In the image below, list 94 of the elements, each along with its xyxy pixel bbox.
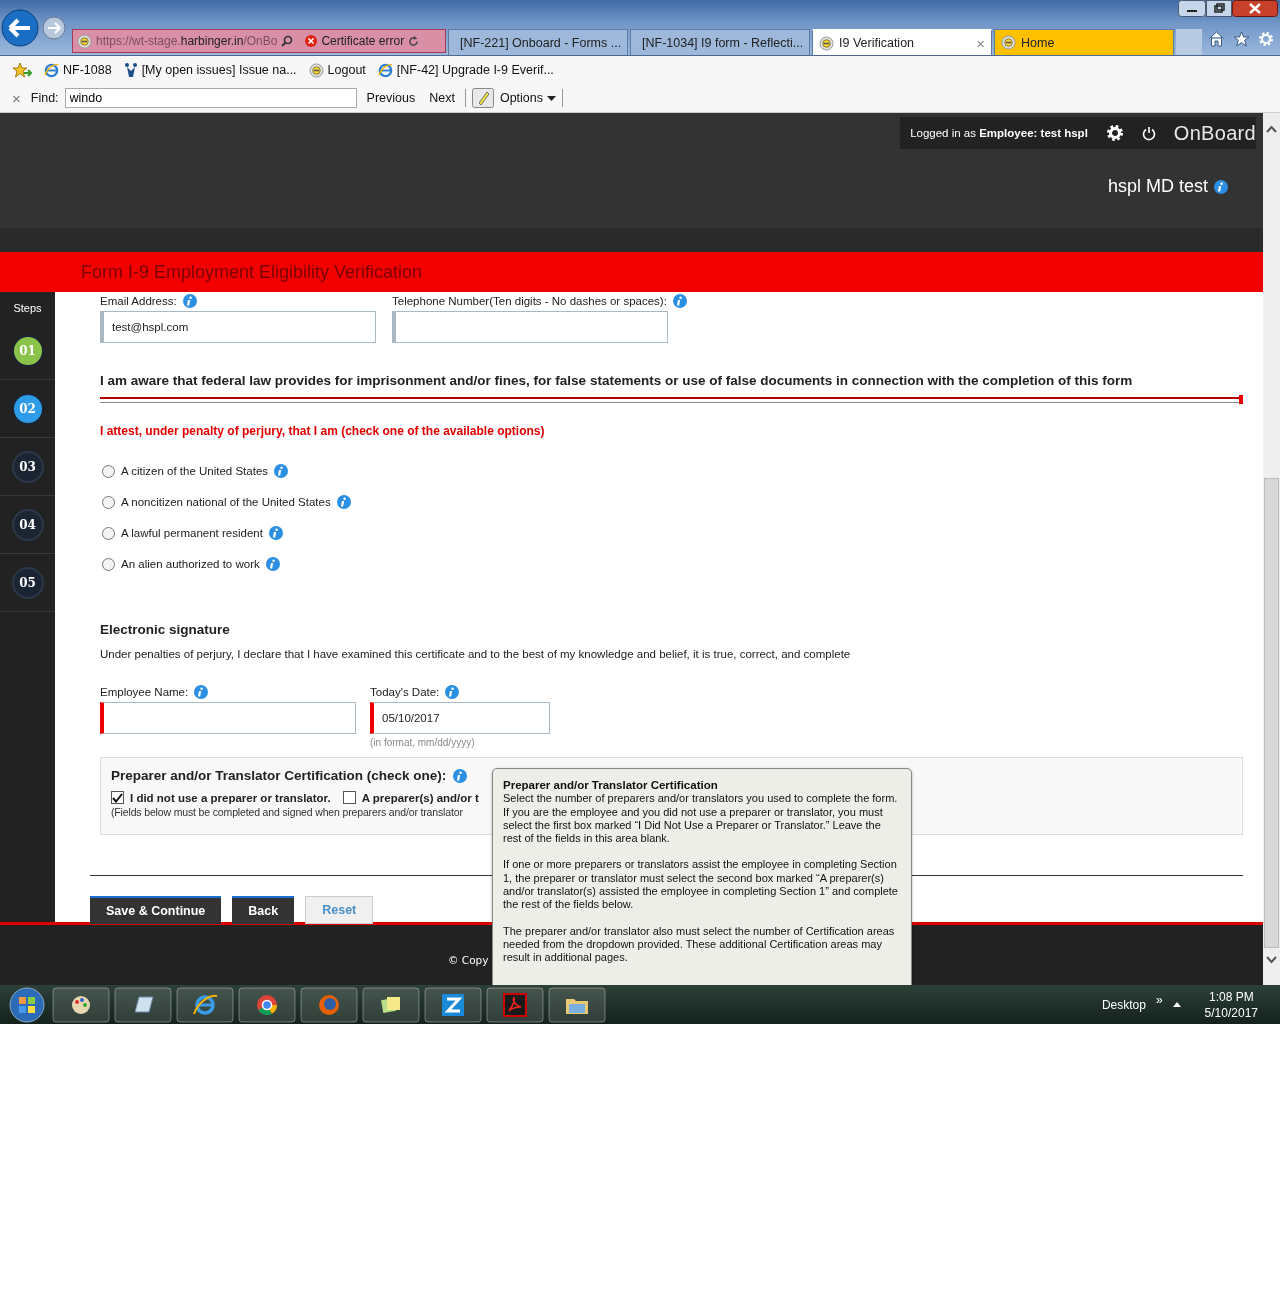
- favorite-link[interactable]: Logout: [308, 62, 366, 78]
- desktop-toolbar[interactable]: Desktop: [1101, 997, 1146, 1012]
- minimize-button[interactable]: [1178, 0, 1206, 17]
- panel-title: Preparer and/or Translator Certification (check one):: [111, 768, 447, 783]
- copyright-text: © Copy: [448, 954, 489, 968]
- checkbox[interactable]: [342, 791, 356, 804]
- toolbar-chevron[interactable]: »: [1155, 992, 1163, 1007]
- back-button[interactable]: Back: [232, 896, 295, 924]
- logged-in-text: Logged in as Employee: test hspl: [910, 127, 1088, 139]
- page-title: Form I-9 Employment Eligibility Verification: [81, 261, 423, 283]
- awareness-statement: I am aware that federal law provides for imprisonment and/or fines, for false statements or use of false documents in connection with the completion of this form: [100, 373, 1134, 388]
- favorites-star-icon[interactable]: [12, 62, 32, 78]
- app-name: OnBoard: [1173, 121, 1256, 145]
- highlighter-icon[interactable]: [471, 88, 494, 108]
- tooltip-text: If one or more preparers or translators assist the employee in completing Section 1, the preparer or translator must select the second box marked “A preparer(s) and/or translator(s) assisted the employee in completing Section 1” and complete the rest of the fields below.: [503, 858, 899, 912]
- browser-tab[interactable]: [NF-1034] I9 form - Reflecti...: [630, 29, 810, 55]
- info-icon[interactable]: [1214, 179, 1228, 194]
- radio-button[interactable]: [102, 526, 115, 540]
- power-icon[interactable]: [1141, 125, 1156, 141]
- favorite-link[interactable]: [My open issues] Issue na...: [123, 62, 297, 78]
- globe-icon: [77, 33, 92, 49]
- note-text: (Fields below must be completed and signed when preparers and/or translator: [111, 806, 463, 818]
- favorite-link[interactable]: [NF-42] Upgrade I-9 Everif...: [377, 62, 554, 78]
- forward-button[interactable]: [41, 14, 67, 41]
- globe-icon: [308, 62, 324, 78]
- search-icon[interactable]: [281, 35, 294, 47]
- option-label: An alien authorized to work: [121, 558, 260, 570]
- ie-icon: [377, 62, 393, 78]
- options-button[interactable]: Options: [499, 91, 556, 105]
- steps-label: Steps: [12, 301, 43, 316]
- scrollbar[interactable]: [1263, 113, 1280, 985]
- close-button[interactable]: [1232, 0, 1278, 17]
- radio-button[interactable]: [102, 557, 115, 571]
- attestation-text: I attest, under penalty of perjury, that I am (check one of the available options): [100, 424, 546, 438]
- tooltip-title: Preparer and/or Translator Certification: [503, 779, 719, 793]
- radio-button[interactable]: [102, 464, 115, 478]
- field-label: Email Address:: [100, 295, 177, 307]
- field-label: Employee Name:: [100, 686, 189, 698]
- checkmark-icon: [112, 792, 123, 803]
- tray-arrow-icon[interactable]: [1172, 1002, 1181, 1007]
- sticky-notes-icon[interactable]: [362, 986, 420, 1023]
- restore-button[interactable]: [1206, 0, 1232, 17]
- back-button[interactable]: [1, 8, 39, 47]
- palette-icon[interactable]: [52, 986, 110, 1023]
- tooltip-text: The preparer and/or translator also must select the number of Certification areas needed from the dropdown provided. These additional Certification areas may result in additional pages.: [503, 924, 896, 965]
- close-find-button[interactable]: ×: [8, 87, 25, 109]
- browser-tab[interactable]: [NF-221] Onboard - Forms ...: [448, 29, 628, 55]
- globe-icon: [819, 35, 834, 51]
- step-indicator[interactable]: 04: [11, 508, 44, 541]
- option-label: A lawful permanent resident: [121, 527, 263, 539]
- pdf-reader-icon[interactable]: [486, 986, 544, 1023]
- option-label: A citizen of the United States: [121, 465, 269, 477]
- checkbox[interactable]: [111, 791, 124, 804]
- input-field[interactable]: test@hspl.com: [100, 311, 376, 343]
- tooltip-text: Select the number of preparers and/or translators you used to complete the form. If you are the employee and you did not use a preparer or translator, you must select the first box marked “I Did Not Use a Preparer or Translator.” Leave the rest of the fields in this area blank.: [503, 792, 899, 846]
- input-field[interactable]: [100, 702, 356, 734]
- company-name: hspl MD test: [1107, 176, 1208, 197]
- refresh-icon[interactable]: [408, 35, 420, 47]
- save-continue-button[interactable]: Save & Continue: [90, 896, 222, 924]
- address-bar[interactable]: https://wt-stage.harbinger.in/OnBo Certificate error: [72, 29, 446, 53]
- folder-icon[interactable]: [548, 986, 606, 1023]
- globe-icon: [1001, 35, 1016, 50]
- caret-icon: [547, 95, 556, 101]
- clock[interactable]: 1:08 PM 5/10/2017: [1204, 988, 1258, 1021]
- browser-tab[interactable]: I9 Verification ×: [812, 29, 992, 55]
- checkbox-label: I did not use a preparer or translator.: [130, 791, 331, 804]
- ie-icon: [44, 62, 59, 78]
- find-label: Find:: [30, 91, 59, 105]
- certificate-error[interactable]: Certificate error: [321, 34, 405, 48]
- next-button[interactable]: Next: [425, 89, 459, 107]
- jester-icon: [123, 62, 138, 78]
- field-label: Telephone Number(Ten digits - No dashes or spaces):: [392, 295, 667, 307]
- z-app-icon[interactable]: [424, 986, 482, 1023]
- browser-tab[interactable]: Home: [994, 29, 1174, 55]
- field-label: Today's Date:: [370, 686, 440, 698]
- option-label: A noncitizen national of the United States: [121, 496, 331, 508]
- step-indicator[interactable]: 03: [11, 450, 44, 483]
- star-icon[interactable]: [1233, 31, 1250, 47]
- error-icon: [305, 35, 318, 47]
- step-indicator[interactable]: 05: [11, 566, 44, 599]
- radio-button[interactable]: [102, 495, 115, 509]
- ie-icon[interactable]: [176, 986, 234, 1023]
- previous-button[interactable]: Previous: [362, 89, 420, 107]
- date-field[interactable]: 05/10/2017: [370, 702, 550, 734]
- find-field[interactable]: windo: [64, 88, 357, 108]
- chrome-icon[interactable]: [238, 986, 296, 1023]
- format-hint: (in format, mm/dd/yyyy): [370, 737, 476, 748]
- checkbox-label: A preparer(s) and/or t: [361, 791, 479, 804]
- input-field[interactable]: [392, 311, 668, 343]
- settings-icon[interactable]: [1105, 124, 1124, 142]
- favorite-link[interactable]: NF-1088: [44, 62, 112, 78]
- section-title: Electronic signature: [100, 622, 231, 637]
- declaration-text: Under penalties of perjury, I declare that I have examined this certificate and to the best of my knowledge and belief, it is true, correct, and complete: [100, 648, 852, 660]
- home-icon[interactable]: [1208, 31, 1225, 47]
